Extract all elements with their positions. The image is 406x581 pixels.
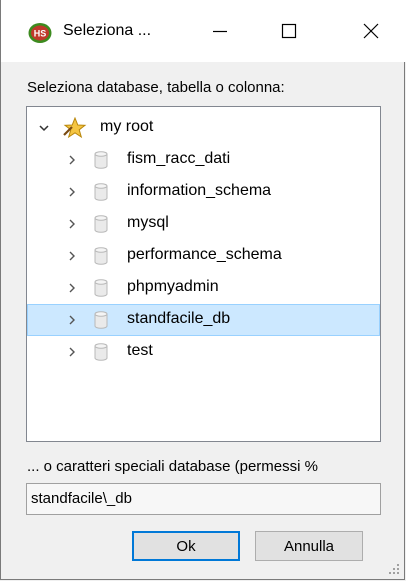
tree-item-performance-schema[interactable]: performance_schema <box>27 240 380 272</box>
database-pattern-field[interactable]: standfacile\_db <box>26 483 381 515</box>
title-bar[interactable]: HS Seleziona ... <box>1 0 406 62</box>
tree-item-label: fism_racc_dati <box>127 150 231 167</box>
svg-text:HS: HS <box>34 29 47 39</box>
maximize-icon <box>281 23 297 39</box>
tree-item-label: standfacile_db <box>127 310 231 327</box>
tree-item-information-schema[interactable]: information_schema <box>27 176 380 208</box>
tree-item-standfacile-db[interactable]: standfacile_db <box>27 304 380 336</box>
chevron-right-icon[interactable] <box>66 250 78 262</box>
tree-item-test[interactable]: test <box>27 336 380 368</box>
dialog-window: HS Seleziona ... Seleziona database, tab… <box>0 0 406 580</box>
database-icon <box>94 151 108 169</box>
hs-logo-icon: HS <box>28 23 52 43</box>
prompt-label: Seleziona database, tabella o colonna: <box>27 79 285 96</box>
star-icon <box>63 117 87 139</box>
chevron-right-icon[interactable] <box>66 186 78 198</box>
database-icon <box>94 183 108 201</box>
chevron-down-icon[interactable] <box>38 122 50 134</box>
chevron-right-icon[interactable] <box>66 282 78 294</box>
database-icon <box>94 279 108 297</box>
chevron-right-icon[interactable] <box>66 218 78 230</box>
tree-item-label: performance_schema <box>127 246 282 263</box>
database-icon <box>94 215 108 233</box>
chevron-right-icon[interactable] <box>66 346 78 358</box>
tree-item-mysql[interactable]: mysql <box>27 208 380 240</box>
tree-item-phpmyadmin[interactable]: phpmyadmin <box>27 272 380 304</box>
tree-item-label: mysql <box>127 214 169 231</box>
tree-root-label: my root <box>100 118 154 135</box>
tree-item-label: test <box>127 342 153 359</box>
database-tree[interactable]: my root fism_racc_dati information_schem… <box>26 106 381 442</box>
resize-grip-icon[interactable] <box>385 560 401 576</box>
close-button[interactable] <box>348 0 394 62</box>
minimize-button[interactable] <box>197 0 243 62</box>
special-chars-caption: ... o caratteri speciali database (perme… <box>27 458 318 475</box>
tree-item-label: phpmyadmin <box>127 278 219 295</box>
tree-item-fism-racc-dati[interactable]: fism_racc_dati <box>27 144 380 176</box>
cancel-button[interactable]: Annulla <box>255 531 363 561</box>
close-icon <box>363 23 379 39</box>
database-icon <box>94 343 108 361</box>
chevron-right-icon[interactable] <box>66 314 78 326</box>
tree-root-row[interactable]: my root <box>27 112 380 144</box>
database-icon <box>94 311 108 329</box>
ok-button[interactable]: Ok <box>132 531 240 561</box>
tree-item-label: information_schema <box>127 182 272 199</box>
minimize-icon <box>213 30 227 33</box>
window-title: Seleziona ... <box>63 22 152 39</box>
maximize-button[interactable] <box>266 0 312 62</box>
database-icon <box>94 247 108 265</box>
chevron-right-icon[interactable] <box>66 154 78 166</box>
